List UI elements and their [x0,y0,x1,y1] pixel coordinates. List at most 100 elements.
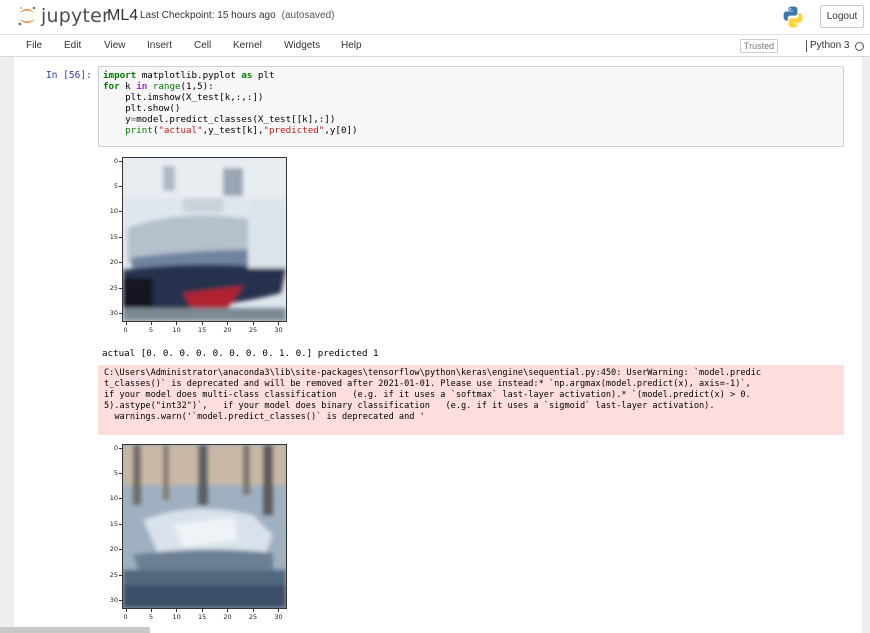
menu-insert[interactable]: Insert [147,40,172,51]
y-tick-mark [119,236,122,238]
stderr-line: warnings.warn('`model.predict_classes()`… [104,412,425,422]
y-tick-mark [119,574,122,576]
menu-kernel[interactable]: Kernel [233,40,262,51]
x-tick-mark [278,609,280,612]
trusted-indicator[interactable]: Trusted [740,39,778,53]
stderr-line: C:\Users\Administrator\anaconda3\lib\sit… [104,368,762,378]
y-tick-mark [119,523,122,525]
y-tick-label: 15 [109,519,118,528]
vertical-scrollbar[interactable] [862,57,870,633]
y-tick-label: 30 [109,596,118,605]
x-tick-label: 0 [123,613,128,621]
horizontal-scrollbar[interactable] [0,627,150,633]
y-tick-label: 0 [113,156,118,165]
kernel-name[interactable]: Python 3 [810,40,849,51]
code-string: "actual" [158,125,203,136]
python-logo-icon [781,5,805,29]
y-tick-label: 5 [113,469,118,478]
checkpoint-status: Last Checkpoint: 15 hours ago (autosaved) [140,10,334,21]
x-tick-mark [125,322,127,325]
y-tick-label: 5 [113,182,118,191]
y-tick-label: 10 [109,207,118,216]
menu-file[interactable]: File [26,40,42,51]
menu-cell[interactable]: Cell [194,40,211,51]
x-tick-label: 5 [149,613,154,621]
code-builtin: print [125,125,153,136]
output-plot-ship: 0 5 10 15 20 25 30 0 5 10 15 20 25 30 [100,155,295,335]
menubar: File Edit View Insert Cell Kernel Widget… [0,34,870,57]
x-tick-label: 15 [197,326,207,334]
jupyter-logo-icon [16,4,38,28]
y-tick-mark [119,287,122,289]
y-tick-label: 10 [109,494,118,503]
autosave-status: (autosaved) [281,10,335,21]
ship-image [123,158,286,321]
y-tick-mark [119,498,122,500]
boat-image [123,445,286,608]
menu-help[interactable]: Help [341,40,362,51]
x-tick-label: 25 [248,326,258,334]
y-tick-label: 30 [109,309,118,318]
x-tick-label: 20 [223,326,232,334]
notebook-name[interactable]: ML4 [107,7,138,25]
menu-widgets[interactable]: Widgets [284,40,320,51]
x-tick-label: 5 [149,326,154,334]
x-tick-mark [176,322,178,325]
y-tick-mark [119,447,122,449]
kernel-idle-icon [855,42,864,51]
x-tick-mark [201,609,203,612]
code-string: "predicted" [263,125,325,136]
code-keyword: for [103,81,120,92]
code-keyword: in [136,81,148,92]
x-tick-mark [227,609,229,612]
x-tick-label: 30 [274,613,283,621]
x-tick-label: 30 [274,326,283,334]
header: jupyter ML4 Last Checkpoint: 15 hours ag… [0,0,870,34]
x-tick-mark [252,609,254,612]
x-tick-label: 25 [248,613,258,621]
code-editor[interactable]: import matplotlib.pyplot as plt for k in… [98,66,844,147]
y-tick-mark [119,211,122,213]
y-tick-label: 25 [109,570,118,579]
menu-edit[interactable]: Edit [64,40,81,51]
jupyter-logo[interactable]: jupyter [16,4,110,28]
stderr-line: if your model does multi-class classific… [104,390,751,400]
x-tick-mark [227,322,229,325]
y-tick-label: 25 [109,283,118,292]
x-tick-label: 20 [223,613,232,621]
x-tick-mark [176,609,178,612]
y-tick-mark [119,549,122,551]
x-tick-label: 0 [123,326,128,334]
kernel-divider [806,40,807,52]
y-tick-mark [119,600,122,602]
y-tick-label: 15 [109,232,118,241]
checkpoint-text: Last Checkpoint: 15 hours ago [140,10,276,21]
x-tick-mark [252,322,254,325]
x-tick-mark [151,609,153,612]
y-tick-label: 20 [109,258,118,267]
x-tick-mark [151,322,153,325]
menu-view[interactable]: View [104,40,126,51]
y-tick-mark [119,473,122,475]
y-tick-mark [119,186,122,188]
stderr-output: C:\Users\Administrator\anaconda3\lib\sit… [98,365,844,435]
stdout-output: actual [0. 0. 0. 0. 0. 0. 0. 0. 1. 0.] p… [102,348,379,359]
stderr-line: t_classes()` is deprecated and will be r… [104,379,751,389]
stderr-line: 5).astype("int32")`, if your model does … [104,401,715,411]
code-block: import matplotlib.pyplot as plt for k in… [103,70,358,136]
y-tick-label: 20 [109,545,118,554]
output-plot-boat: 0 5 10 15 20 25 30 0 5 10 15 20 25 30 [100,442,295,622]
x-tick-label: 10 [172,613,181,621]
logout-button[interactable]: Logout [820,5,864,28]
x-tick-mark [201,322,203,325]
input-prompt: In [56]: [46,70,92,81]
code-builtin: range [152,81,181,92]
jupyter-logo-text: jupyter [41,5,110,27]
code-keyword: import [103,70,137,81]
image-axes [122,444,287,609]
x-tick-mark [278,322,280,325]
y-tick-mark [119,262,122,264]
y-tick-label: 0 [113,443,118,452]
y-tick-mark [119,160,122,162]
y-tick-mark [119,313,122,315]
